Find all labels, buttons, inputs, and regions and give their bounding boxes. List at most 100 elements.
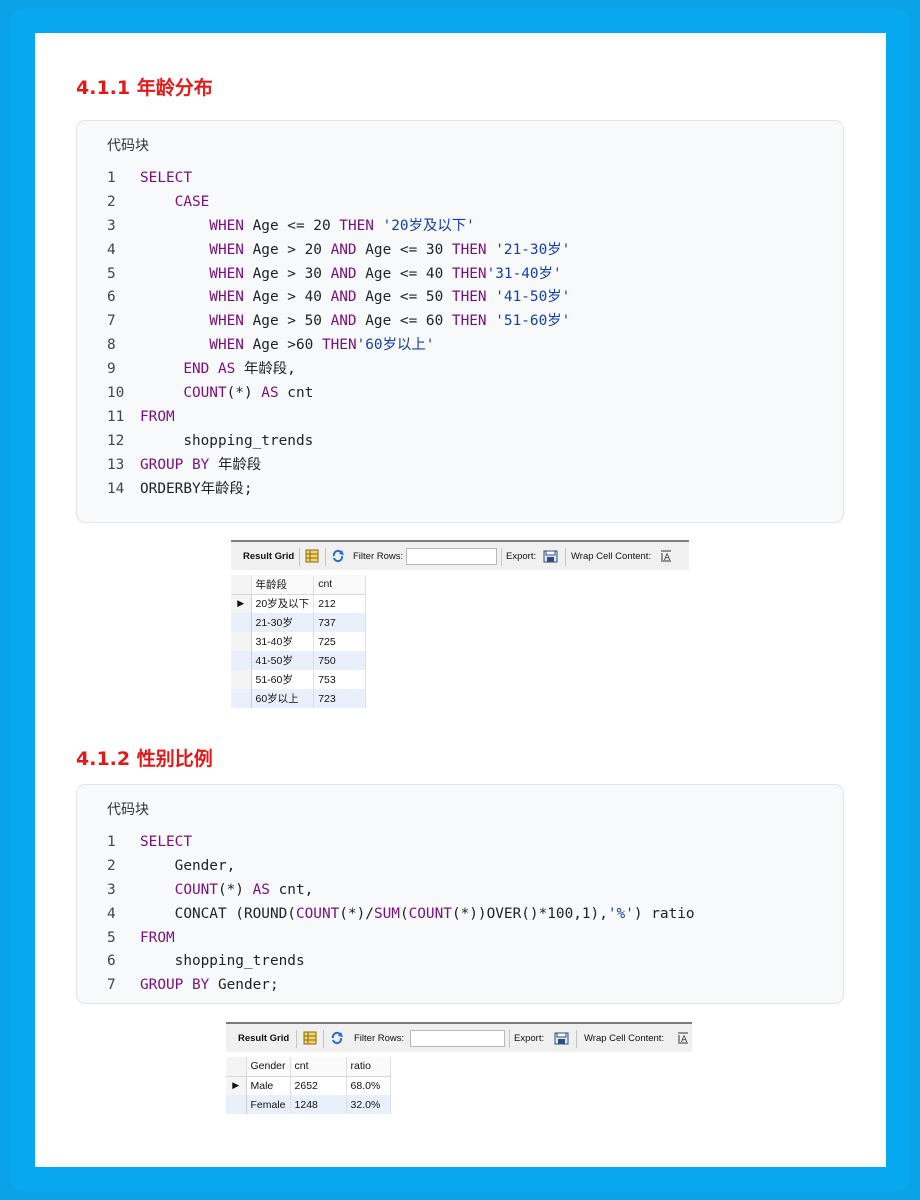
row-selector[interactable]: ▶ — [231, 594, 252, 613]
code-line: 5 FROM — [77, 927, 843, 951]
row-selector[interactable] — [231, 632, 252, 651]
table-cell[interactable]: 20岁及以下 — [251, 594, 315, 613]
table-cell[interactable]: 51-60岁 — [251, 670, 315, 689]
row-selector[interactable] — [231, 670, 252, 689]
code-text: WHEN Age > 20 AND Age <= 30 THEN '21-30岁… — [140, 241, 571, 258]
line-number: 5 — [107, 265, 116, 282]
table-cell[interactable]: 2652 — [290, 1076, 347, 1095]
refresh-icon[interactable] — [331, 549, 345, 563]
row-selector[interactable]: ▶ — [226, 1076, 247, 1095]
wrap-cell-label: Wrap Cell Content: — [584, 1033, 665, 1044]
table-cell[interactable]: 41-50岁 — [251, 651, 315, 670]
result-toolbar: Result Grid Filter Rows: Export: Wrap Ce… — [231, 540, 689, 570]
result-grid-tab[interactable]: Result Grid — [243, 551, 294, 562]
code-text: WHEN Age <= 20 THEN '20岁及以下' — [140, 217, 475, 234]
code-text: COUNT(*) AS cnt — [140, 385, 314, 402]
table-cell[interactable]: 723 — [313, 689, 367, 708]
column-header[interactable]: cnt — [290, 1057, 347, 1077]
refresh-icon[interactable] — [330, 1031, 344, 1045]
column-header[interactable]: ratio — [346, 1057, 391, 1077]
filter-rows-input[interactable] — [406, 548, 497, 565]
code-text: WHEN Age > 50 AND Age <= 60 THEN '51-60岁… — [140, 313, 571, 330]
result-table: 年龄段 cnt ▶ 20岁及以下 212 21-30岁 737 31-40岁 725 41-50岁… — [231, 575, 367, 708]
code-text: Gender, — [140, 857, 236, 874]
code-text: FROM — [140, 408, 175, 425]
row-selector[interactable] — [231, 613, 252, 632]
line-number: 2 — [107, 193, 116, 210]
code-line: 4 CONCAT (ROUND(COUNT(*)/SUM(COUNT(*))OV… — [77, 903, 843, 927]
code-text: COUNT(*) AS cnt, — [140, 881, 314, 898]
code-line: 11 FROM — [77, 406, 843, 430]
column-header[interactable]: Gender — [246, 1057, 291, 1077]
table-row[interactable]: ▶ Male 2652 68.0% — [226, 1076, 391, 1095]
code-line: 6 shopping_trends — [77, 950, 843, 974]
wrap-cell-icon[interactable]: A — [676, 1031, 690, 1045]
code-text: FROM — [140, 929, 175, 946]
table-row[interactable]: 21-30岁 737 — [231, 613, 367, 632]
code-text: shopping_trends — [140, 432, 314, 449]
code-line: 13 GROUP BY 年龄段 — [77, 454, 843, 478]
table-cell[interactable]: 750 — [313, 651, 367, 670]
line-number: 1 — [107, 834, 116, 850]
line-number: 9 — [107, 361, 116, 378]
line-number: 12 — [107, 432, 125, 449]
column-header[interactable]: 年龄段 — [251, 575, 315, 595]
code-block-gender: 代码块 1 SELECT 2 Gender, 3 COUNT(*) AS cnt, 4 … — [76, 784, 844, 1004]
wrap-cell-icon[interactable]: A — [659, 549, 673, 563]
code-lines: 1 SELECT 2 Gender, 3 COUNT(*) AS cnt, 4 CONC… — [77, 831, 843, 998]
row-selector[interactable] — [226, 1095, 247, 1114]
export-icon[interactable] — [554, 1031, 570, 1046]
line-number: 6 — [107, 953, 116, 970]
line-number: 2 — [107, 857, 116, 874]
table-row[interactable]: 31-40岁 725 — [231, 632, 367, 651]
line-number: 6 — [107, 289, 116, 306]
code-line: 6 WHEN Age > 40 AND Age <= 50 THEN '41-5… — [77, 286, 843, 310]
table-cell[interactable]: 753 — [313, 670, 367, 689]
line-number: 3 — [107, 881, 116, 898]
line-number: 7 — [107, 313, 116, 330]
export-label: Export: — [506, 551, 537, 562]
table-row[interactable]: 41-50岁 750 — [231, 651, 367, 670]
grid-view-icon[interactable] — [303, 1031, 317, 1045]
result-grid-tab[interactable]: Result Grid — [238, 1033, 289, 1044]
line-number: 4 — [107, 905, 116, 922]
table-cell[interactable]: 60岁以上 — [251, 689, 315, 708]
table-row[interactable]: 51-60岁 753 — [231, 670, 367, 689]
table-row[interactable]: ▶ 20岁及以下 212 — [231, 594, 367, 613]
code-line: 2 Gender, — [77, 855, 843, 879]
code-line: 7 WHEN Age > 50 AND Age <= 60 THEN '51-6… — [77, 310, 843, 334]
code-line: 8 WHEN Age >60 THEN'60岁以上' — [77, 334, 843, 358]
table-cell[interactable]: 737 — [313, 613, 367, 632]
export-label: Export: — [514, 1033, 545, 1044]
table-cell[interactable]: 21-30岁 — [251, 613, 315, 632]
filter-rows-input[interactable] — [410, 1030, 505, 1047]
code-block-age: 代码块 1 SELECT 2 CASE 3 WHEN Age <= 20 THEN '… — [76, 120, 844, 523]
code-line: 3 WHEN Age <= 20 THEN '20岁及以下' — [77, 215, 843, 239]
code-text: CASE — [140, 193, 210, 210]
code-text: CONCAT (ROUND(COUNT(*)/SUM(COUNT(*))OVER… — [140, 905, 695, 922]
line-number: 3 — [107, 217, 116, 234]
code-line: 3 COUNT(*) AS cnt, — [77, 879, 843, 903]
row-selector[interactable] — [231, 689, 252, 708]
grid-view-icon[interactable] — [305, 549, 319, 563]
table-cell[interactable]: Male — [246, 1076, 291, 1095]
column-header[interactable]: cnt — [313, 575, 367, 595]
table-cell[interactable]: 32.0% — [346, 1095, 391, 1114]
table-cell[interactable]: 68.0% — [346, 1076, 391, 1095]
table-cell[interactable]: 1248 — [290, 1095, 347, 1114]
result-toolbar: Result Grid Filter Rows: Export: Wrap Ce… — [226, 1022, 692, 1052]
code-text: GROUP BY 年龄段 — [140, 456, 262, 473]
export-icon[interactable] — [543, 549, 559, 564]
code-line: 14 ORDERBY年龄段; — [77, 478, 843, 502]
line-number: 7 — [107, 977, 116, 994]
table-cell[interactable]: 725 — [313, 632, 367, 651]
table-cell[interactable]: Female — [246, 1095, 291, 1114]
table-row[interactable]: 60岁以上 723 — [231, 689, 367, 708]
code-text: GROUP BY Gender; — [140, 977, 279, 994]
table-row[interactable]: Female 1248 32.0% — [226, 1095, 391, 1114]
code-line: 1 SELECT — [77, 167, 843, 191]
table-cell[interactable]: 212 — [313, 594, 367, 613]
table-cell[interactable]: 31-40岁 — [251, 632, 315, 651]
section-heading-age: 4.1.1 年龄分布 — [76, 77, 213, 99]
row-selector[interactable] — [231, 651, 252, 670]
